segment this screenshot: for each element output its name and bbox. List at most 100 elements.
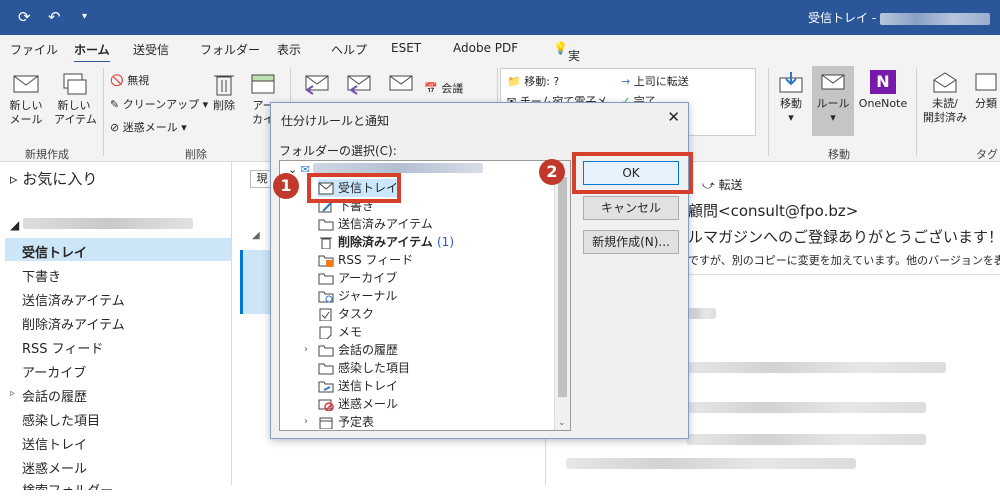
nav-item-inbox[interactable]: 受信トレイ xyxy=(22,242,87,261)
unread-read-button[interactable]: 未読/ 開封済み xyxy=(920,70,970,125)
nav-item-archive[interactable]: アーカイブ xyxy=(22,362,86,381)
folder-pane: ▹ お気に入り ◢ 受信トレイ 下書き 送信済みアイテム 削除済みアイテム RS… xyxy=(0,162,232,490)
nav-item-conversation-history[interactable]: ▹ 会話の履歴 xyxy=(10,386,87,405)
cleanup-button[interactable]: ✎ クリーンアップ ▾ xyxy=(110,96,208,112)
meeting-button[interactable]: 📅 会議 xyxy=(424,80,463,96)
tree-scrollbar[interactable]: ⌃ ⌄ xyxy=(554,161,570,430)
tab-help[interactable]: ヘルプ xyxy=(331,41,367,58)
new-items-icon xyxy=(63,73,87,95)
tab-view[interactable]: 表示 xyxy=(277,41,301,58)
group-label-tags: タグ xyxy=(976,148,998,161)
sync-icon[interactable]: ⟳ xyxy=(18,8,31,26)
journal-icon xyxy=(318,291,334,303)
tree-item-calendar[interactable]: 予定表 xyxy=(318,413,374,430)
categorize-button[interactable]: 分類 xyxy=(972,70,1000,111)
tag-icon xyxy=(975,73,997,91)
junk-icon: ⊘ xyxy=(110,121,120,134)
move-button[interactable]: 移動 ▾ xyxy=(774,70,808,125)
annotation-step-2-badge: 2 xyxy=(539,159,565,185)
tree-item-notes[interactable]: メモ xyxy=(318,323,362,341)
body-blurred-line xyxy=(686,402,926,413)
open-envelope-icon xyxy=(933,72,957,93)
nav-item-junk[interactable]: 迷惑メール xyxy=(22,458,87,477)
tree-item-rss[interactable]: RSS フィード xyxy=(318,251,413,269)
nav-item-drafts[interactable]: 下書き xyxy=(22,266,61,285)
tab-file[interactable]: ファイル xyxy=(10,41,58,58)
trash-icon xyxy=(214,75,234,96)
note-icon xyxy=(319,326,332,340)
task-icon xyxy=(319,308,332,322)
body-blurred-line xyxy=(686,434,926,445)
tab-eset[interactable]: ESET xyxy=(391,41,421,55)
tree-item-archive[interactable]: アーカイブ xyxy=(318,269,397,287)
info-bar[interactable]: ですが、別のコピーに変更を加えています。他のバージョンを表示する xyxy=(688,252,1000,268)
reply-button[interactable] xyxy=(300,72,334,99)
calendar-icon: 📅 xyxy=(424,82,438,95)
tree-item-deleted[interactable]: 削除済みアイテム (1) xyxy=(318,233,454,251)
account-header[interactable]: ◢ xyxy=(10,218,194,232)
selected-message[interactable] xyxy=(240,250,270,314)
new-item-button[interactable]: 新しい アイテム xyxy=(54,72,97,127)
delete-button[interactable]: 削除 xyxy=(208,72,240,113)
list-group-header[interactable]: ◢ xyxy=(252,230,260,241)
tab-send-receive[interactable]: 送受信 xyxy=(133,41,169,58)
cancel-button[interactable]: キャンセル xyxy=(583,196,679,220)
move-icon xyxy=(779,72,803,93)
tree-item-junk[interactable]: 迷惑メール xyxy=(318,395,398,413)
body-blurred-line xyxy=(686,308,716,319)
nav-item-sent[interactable]: 送信済みアイテム xyxy=(22,290,125,309)
tell-me-search[interactable]: 💡 実行したい作業を入力してください xyxy=(553,41,580,318)
favorites-header[interactable]: ▹ お気に入り xyxy=(10,168,97,189)
mail-icon xyxy=(13,75,39,93)
customize-icon[interactable]: ▾ xyxy=(82,11,87,22)
folder-icon xyxy=(318,273,334,285)
expand-chevron-icon[interactable]: › xyxy=(304,416,308,427)
nav-item-infected[interactable]: 感染した項目 xyxy=(22,410,100,429)
new-folder-button[interactable]: 新規作成(N)... xyxy=(583,230,679,254)
scroll-down-icon[interactable]: ⌄ xyxy=(558,418,566,428)
window-title: 受信トレイ - xyxy=(808,9,990,26)
quick-step-to-manager[interactable]: → 上司に転送 xyxy=(621,73,689,89)
tab-home[interactable]: ホーム xyxy=(74,41,110,64)
quick-step-move[interactable]: 📁 移動: ? xyxy=(507,73,559,89)
ignore-button[interactable]: 🚫 無視 xyxy=(110,72,149,88)
reply-all-button[interactable] xyxy=(342,72,376,99)
close-icon[interactable]: ✕ xyxy=(667,108,680,126)
onenote-button[interactable]: N OneNote xyxy=(856,70,910,111)
junk-button[interactable]: ⊘ 迷惑メール ▾ xyxy=(110,119,187,135)
annotation-highlight-ok xyxy=(572,152,693,194)
sender-name: 顧問<consult@fpo.bz> xyxy=(688,202,859,220)
cleanup-icon: ✎ xyxy=(110,98,120,111)
tree-item-sent[interactable]: 送信済みアイテム xyxy=(318,215,433,233)
junk-icon xyxy=(318,399,334,412)
forward-action[interactable]: ⤻ 転送 xyxy=(702,176,743,193)
nav-item-rss[interactable]: RSS フィード xyxy=(22,338,103,357)
nav-item-outbox[interactable]: 送信トレイ xyxy=(22,434,87,453)
forward-button[interactable] xyxy=(384,72,418,99)
scroll-thumb[interactable] xyxy=(558,177,567,397)
title-bar: ⟳ ↶ ▾ 受信トレイ - xyxy=(0,0,1000,35)
folder-select-label: フォルダーの選択(C): xyxy=(279,144,397,158)
tree-item-conversation-history[interactable]: 会話の履歴 xyxy=(318,341,398,359)
expand-chevron-icon[interactable]: › xyxy=(304,344,308,355)
forward-icon: ⤻ xyxy=(702,178,715,192)
undo-icon[interactable]: ↶ xyxy=(48,8,61,26)
tab-adobe-pdf[interactable]: Adobe PDF xyxy=(453,41,518,55)
nav-item-deleted[interactable]: 削除済みアイテム xyxy=(22,314,125,333)
rules-button[interactable]: ルール ▾ xyxy=(812,66,854,136)
body-blurred-line xyxy=(686,362,946,373)
menu-bar: ファイル ホーム 送受信 フォルダー 表示 ヘルプ ESET Adobe PDF… xyxy=(0,35,1000,318)
move-folder-icon: 📁 xyxy=(507,75,521,88)
trash-icon xyxy=(320,237,332,250)
nav-item-search-folders[interactable]: 検索フォルダー xyxy=(22,480,113,490)
annotation-highlight-inbox xyxy=(307,173,401,203)
new-mail-button[interactable]: 新しい メール xyxy=(8,72,44,127)
outbox-icon xyxy=(318,381,334,393)
tree-item-journal[interactable]: ジャーナル xyxy=(318,287,397,305)
reply-all-icon xyxy=(347,75,371,95)
tab-folder[interactable]: フォルダー xyxy=(200,41,260,58)
tree-item-tasks[interactable]: タスク xyxy=(318,305,374,323)
tree-item-outbox[interactable]: 送信トレイ xyxy=(318,377,398,395)
rules-icon xyxy=(821,74,845,90)
tree-item-infected[interactable]: 感染した項目 xyxy=(318,359,410,377)
